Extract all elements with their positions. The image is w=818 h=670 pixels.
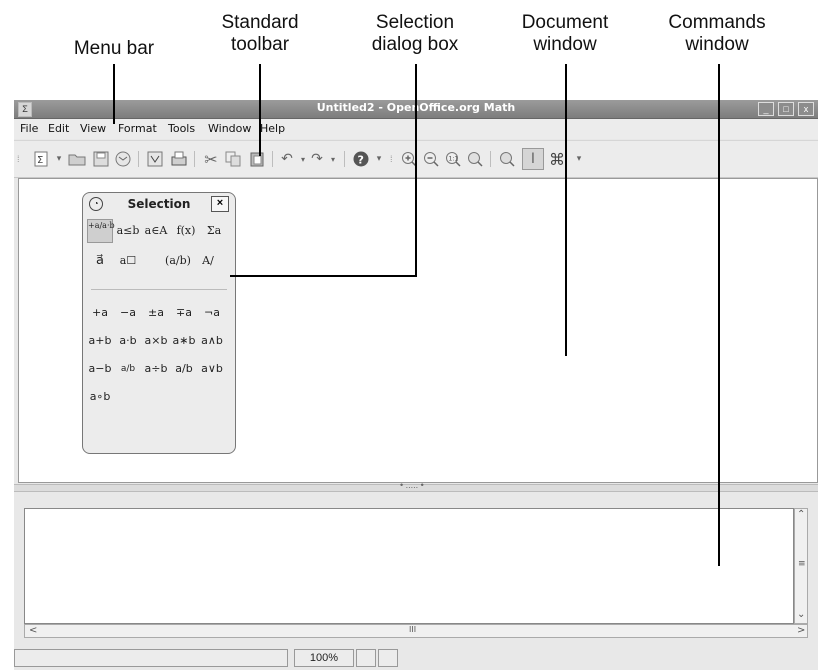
menu-tools[interactable]: Tools	[168, 122, 195, 135]
toolbar-more-icon-2[interactable]: ▾	[570, 150, 588, 168]
symbol-a-slash-b[interactable]: a/b	[171, 359, 197, 379]
symbol-a-plus-b[interactable]: a+b	[87, 331, 113, 351]
scroll-down-icon[interactable]: ⌄	[797, 609, 805, 620]
menu-view[interactable]: View	[80, 122, 106, 135]
scroll-right-icon[interactable]: >	[797, 625, 805, 636]
commands-horizontal-scrollbar[interactable]: < III >	[24, 624, 808, 638]
copy-icon[interactable]	[224, 150, 242, 168]
email-icon[interactable]	[114, 150, 132, 168]
menu-window[interactable]: Window	[208, 122, 251, 135]
save-icon[interactable]	[92, 150, 110, 168]
export-pdf-icon[interactable]	[146, 150, 164, 168]
category-attributes[interactable]: a⃗	[87, 249, 113, 273]
symbol-a-circ-b[interactable]: a∘b	[87, 387, 113, 407]
splitter-grip[interactable]: • ..... •	[400, 480, 424, 490]
status-bar: 100%	[14, 646, 818, 670]
leader-commands-window	[718, 64, 720, 566]
symbol-minus-a[interactable]: −a	[115, 303, 141, 323]
cut-icon[interactable]: ✂	[202, 150, 220, 169]
leader-document-window	[565, 64, 567, 356]
svg-text:?: ?	[358, 154, 364, 167]
redo-dropdown-icon[interactable]: ▾	[324, 150, 342, 168]
scroll-grip-icon[interactable]: ≡	[798, 559, 806, 569]
category-relations[interactable]: a≤b	[115, 219, 141, 243]
callout-commands-window: Commands window	[668, 12, 766, 55]
zoom-100-icon[interactable]: 1:1	[444, 150, 462, 168]
menu-file[interactable]: File	[20, 122, 38, 135]
category-formats[interactable]: A/	[195, 249, 221, 273]
selection-dialog: ◔ Selection × +a/a·b a≤b a∈A f(x) Σa a⃗ …	[82, 192, 236, 454]
leader-selection-horizontal	[230, 275, 417, 277]
window-splitter[interactable]: • ..... •	[14, 480, 818, 492]
new-icon[interactable]: Σ	[32, 150, 50, 168]
paste-icon[interactable]	[248, 150, 266, 168]
svg-text:1:1: 1:1	[449, 156, 459, 163]
menu-edit[interactable]: Edit	[48, 122, 69, 135]
symbol-not-a[interactable]: ¬a	[199, 303, 225, 323]
zoom-field[interactable]: 100%	[294, 649, 354, 667]
callout-standard-toolbar: Standard toolbar	[221, 12, 299, 55]
category-functions[interactable]: f(x)	[173, 219, 199, 243]
dialog-divider	[91, 289, 227, 290]
close-button[interactable]: x	[798, 102, 814, 116]
symbol-a-minus-b[interactable]: a−b	[87, 359, 113, 379]
toolbar-grip-2[interactable]: ⁞	[390, 154, 393, 164]
update-icon[interactable]	[498, 150, 516, 168]
symbol-fraction[interactable]: a/b	[115, 359, 141, 379]
category-unary-binary[interactable]: +a/a·b	[87, 219, 115, 243]
svg-text:Σ: Σ	[37, 155, 43, 166]
symbol-a-div-b[interactable]: a÷b	[143, 359, 169, 379]
scroll-left-icon[interactable]: <	[29, 625, 37, 636]
print-icon[interactable]	[170, 150, 188, 168]
symbol-plus-a[interactable]: +a	[87, 303, 113, 323]
category-brackets[interactable]: (a/b)	[165, 249, 191, 273]
leader-menu-bar	[113, 64, 115, 124]
dialog-close-button[interactable]: ×	[211, 196, 229, 212]
minimize-button[interactable]: _	[758, 102, 774, 116]
category-others[interactable]: a☐	[115, 249, 141, 273]
status-field-sig	[378, 649, 398, 667]
formula-cursor-icon[interactable]: Ⅰ	[522, 148, 544, 170]
zoom-out-icon[interactable]	[422, 150, 440, 168]
symbols-icon[interactable]: ⌘	[548, 150, 566, 169]
scroll-up-icon[interactable]: ⌃	[797, 509, 805, 520]
show-all-icon[interactable]	[466, 150, 484, 168]
category-set-operations[interactable]: a∈A	[143, 219, 169, 243]
menu-help[interactable]: Help	[260, 122, 285, 135]
callout-document-window: Document window	[521, 12, 609, 55]
callout-selection-dialog: Selection dialog box	[371, 12, 459, 55]
maximize-button[interactable]: □	[778, 102, 794, 116]
category-operators[interactable]: Σa	[201, 219, 227, 243]
commands-window[interactable]	[24, 508, 794, 624]
leader-selection-vertical	[415, 64, 417, 276]
toolbar-more-icon[interactable]: ▾	[370, 150, 388, 168]
commands-vertical-scrollbar[interactable]: ⌃ ≡ ⌄	[794, 508, 808, 624]
toolbar-grip[interactable]: ⁞	[17, 154, 20, 164]
symbol-plusminus-a[interactable]: ±a	[143, 303, 169, 323]
leader-standard-toolbar	[259, 64, 261, 156]
hscroll-thumb[interactable]: III	[409, 625, 416, 634]
symbol-a-or-b[interactable]: a∨b	[199, 359, 225, 379]
symbol-a-and-b[interactable]: a∧b	[199, 331, 225, 351]
symbol-a-ast-b[interactable]: a∗b	[171, 331, 197, 351]
symbol-a-times-b[interactable]: a×b	[143, 331, 169, 351]
help-icon[interactable]: ?	[352, 150, 370, 168]
symbol-a-cdot-b[interactable]: a·b	[115, 331, 141, 351]
open-icon[interactable]	[68, 150, 86, 168]
callout-menu-bar: Menu bar	[73, 38, 155, 59]
status-message	[14, 649, 288, 667]
status-field-mode	[356, 649, 376, 667]
chevron-down-icon[interactable]: ▾	[50, 150, 68, 168]
symbol-minusplus-a[interactable]: ∓a	[171, 303, 197, 323]
menu-format[interactable]: Format	[118, 122, 157, 135]
